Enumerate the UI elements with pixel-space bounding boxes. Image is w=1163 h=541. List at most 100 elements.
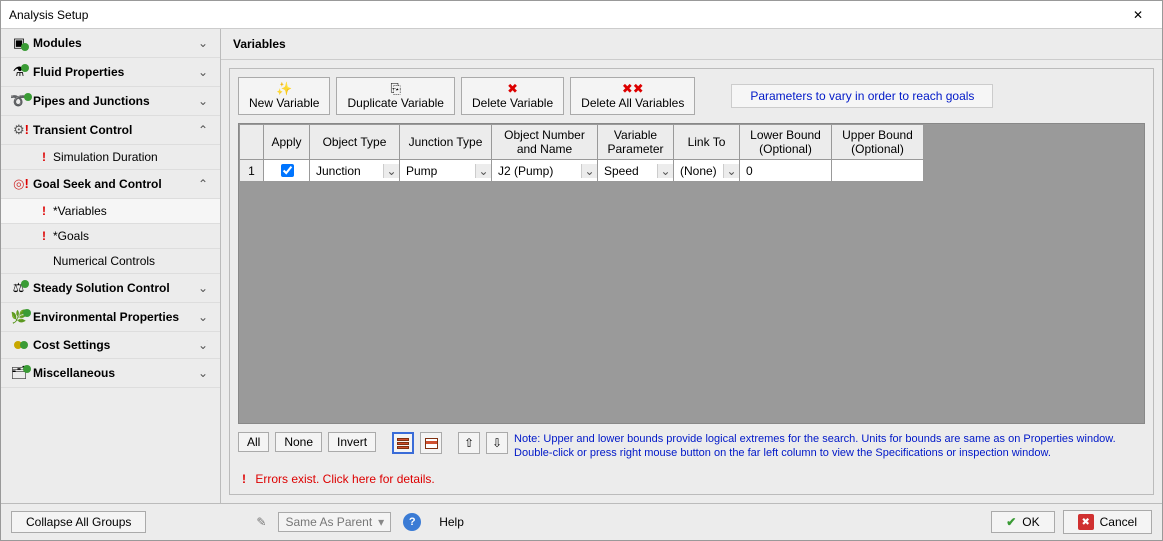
select-value: Same As Parent — [285, 515, 372, 529]
cell-value: (None) — [674, 164, 723, 178]
titlebar: Analysis Setup ✕ — [1, 1, 1162, 29]
sidebar-label: Miscellaneous — [33, 366, 194, 380]
button-label: OK — [1022, 515, 1039, 529]
col-junction-type[interactable]: Junction Type — [400, 125, 492, 160]
sidebar-item-label: *Goals — [53, 229, 212, 243]
sidebar-group-modules[interactable]: ▣ Modules ⌄ — [1, 29, 220, 58]
sidebar-group-goal-seek[interactable]: ◎! Goal Seek and Control ⌃ — [1, 170, 220, 199]
cell-value: Speed — [598, 164, 657, 178]
col-rownum — [240, 125, 264, 160]
object-type-cell[interactable]: Junction⌄ — [310, 160, 400, 182]
select-none-button[interactable]: None — [275, 432, 322, 452]
footer-mid: ✎ Same As Parent ▾ ? Help — [256, 512, 470, 532]
environment-icon: 🌿 — [9, 309, 33, 325]
apply-cell[interactable] — [264, 160, 310, 182]
variables-grid[interactable]: Apply Object Type Junction Type Object N… — [238, 123, 1145, 424]
variable-parameter-cell[interactable]: Speed⌄ — [598, 160, 674, 182]
dropdown-icon[interactable]: ⌄ — [581, 164, 597, 178]
chevron-down-icon: ⌄ — [194, 366, 212, 380]
view-rows-button[interactable] — [392, 432, 414, 454]
object-number-cell[interactable]: J2 (Pump)⌄ — [492, 160, 598, 182]
content-panel: Variables ✨ New Variable ⎘ Duplicate Var… — [221, 29, 1162, 503]
help-icon[interactable]: ? — [403, 513, 421, 531]
dropdown-icon[interactable]: ⌄ — [657, 164, 673, 178]
module-icon: ▣ — [9, 35, 33, 51]
select-all-button[interactable]: All — [238, 432, 269, 452]
sidebar-label: Steady Solution Control — [33, 281, 194, 295]
junction-type-cell[interactable]: Pump⌄ — [400, 160, 492, 182]
error-icon: ! — [37, 150, 51, 164]
duplicate-variable-button[interactable]: ⎘ Duplicate Variable — [336, 77, 455, 115]
same-as-parent-select[interactable]: Same As Parent ▾ — [278, 512, 391, 532]
dropdown-icon: ▾ — [378, 515, 384, 529]
sidebar-group-misc[interactable]: 🗂 Miscellaneous ⌄ — [1, 359, 220, 388]
chevron-up-icon: ⌃ — [194, 177, 212, 191]
help-button[interactable]: Help — [433, 512, 470, 532]
sidebar-item-numerical-controls[interactable]: Numerical Controls — [1, 249, 220, 274]
col-variable-parameter[interactable]: Variable Parameter — [598, 125, 674, 160]
flask-icon: ⚗ — [9, 64, 33, 80]
chevron-down-icon: ⌄ — [194, 281, 212, 295]
chevron-down-icon: ⌄ — [194, 94, 212, 108]
new-variable-button[interactable]: ✨ New Variable — [238, 77, 330, 115]
col-object-type[interactable]: Object Type — [310, 125, 400, 160]
upper-bound-cell[interactable] — [832, 160, 924, 182]
col-link-to[interactable]: Link To — [674, 125, 740, 160]
dropdown-icon[interactable]: ⌄ — [383, 164, 399, 178]
arrow-down-icon: ⇩ — [492, 436, 502, 450]
delete-variable-button[interactable]: ✖ Delete Variable — [461, 77, 564, 115]
pencil-icon: ✎ — [256, 515, 266, 529]
lower-bound-cell[interactable]: 0 — [740, 160, 832, 182]
table-row[interactable]: 1 Junction⌄ Pump⌄ — [240, 160, 924, 182]
transient-icon: ⚙! — [9, 122, 33, 138]
chevron-down-icon: ⌄ — [194, 65, 212, 79]
sidebar-item-label: Numerical Controls — [53, 254, 212, 268]
cell-value: Junction — [310, 164, 383, 178]
cancel-icon: ✖ — [1078, 514, 1094, 530]
collapse-all-groups-button[interactable]: Collapse All Groups — [11, 511, 146, 533]
below-grid-bar: All None Invert ⇧ ⇩ Note: Upper and lowe… — [230, 424, 1153, 468]
error-icon: ! — [37, 204, 51, 218]
sidebar-group-environmental[interactable]: 🌿 Environmental Properties ⌄ — [1, 303, 220, 332]
link-to-cell[interactable]: (None)⌄ — [674, 160, 740, 182]
chevron-up-icon: ⌃ — [194, 123, 212, 137]
invert-selection-button[interactable]: Invert — [328, 432, 376, 452]
sidebar-item-goals[interactable]: ! *Goals — [1, 224, 220, 249]
col-lower-bound[interactable]: Lower Bound (Optional) — [740, 125, 832, 160]
steady-icon: ⚖ — [9, 280, 33, 296]
delete-all-variables-button[interactable]: ✖✖ Delete All Variables — [570, 77, 695, 115]
close-icon[interactable]: ✕ — [1122, 8, 1154, 22]
move-up-button[interactable]: ⇧ — [458, 432, 480, 454]
sidebar-group-fluid-properties[interactable]: ⚗ Fluid Properties ⌄ — [1, 58, 220, 87]
panel-title: Variables — [221, 29, 1162, 60]
move-down-button[interactable]: ⇩ — [486, 432, 508, 454]
error-icon: ! — [37, 229, 51, 243]
body: ▣ Modules ⌄ ⚗ Fluid Properties ⌄ ➰ Pipes… — [1, 29, 1162, 503]
sidebar-group-cost[interactable]: Cost Settings ⌄ — [1, 332, 220, 359]
ok-button[interactable]: ✔ OK — [991, 511, 1054, 533]
delete-all-icon: ✖✖ — [581, 82, 684, 96]
sidebar-item-simulation-duration[interactable]: ! Simulation Duration — [1, 145, 220, 170]
col-apply[interactable]: Apply — [264, 125, 310, 160]
duplicate-icon: ⎘ — [347, 82, 444, 96]
analysis-setup-window: Analysis Setup ✕ ▣ Modules ⌄ ⚗ Fluid Pro… — [0, 0, 1163, 541]
footer-left: Collapse All Groups — [11, 511, 146, 533]
sidebar-item-variables[interactable]: ! *Variables — [1, 199, 220, 224]
misc-icon: 🗂 — [9, 365, 33, 381]
sidebar-item-label: *Variables — [53, 204, 212, 218]
sidebar-group-steady-solution[interactable]: ⚖ Steady Solution Control ⌄ — [1, 274, 220, 303]
sidebar-group-pipes-junctions[interactable]: ➰ Pipes and Junctions ⌄ — [1, 87, 220, 116]
sidebar-item-label: Simulation Duration — [53, 150, 212, 164]
cancel-button[interactable]: ✖ Cancel — [1063, 510, 1152, 534]
view-card-button[interactable] — [420, 432, 442, 454]
delete-icon: ✖ — [472, 82, 553, 96]
row-number[interactable]: 1 — [240, 160, 264, 182]
col-upper-bound[interactable]: Upper Bound (Optional) — [832, 125, 924, 160]
sidebar-group-transient-control[interactable]: ⚙! Transient Control ⌃ — [1, 116, 220, 145]
errors-link[interactable]: ! Errors exist. Click here for details. — [230, 468, 1153, 494]
col-object-number[interactable]: Object Number and Name — [492, 125, 598, 160]
button-label: Cancel — [1100, 515, 1137, 529]
dropdown-icon[interactable]: ⌄ — [475, 164, 491, 178]
apply-checkbox[interactable] — [281, 164, 294, 177]
dropdown-icon[interactable]: ⌄ — [723, 164, 739, 178]
